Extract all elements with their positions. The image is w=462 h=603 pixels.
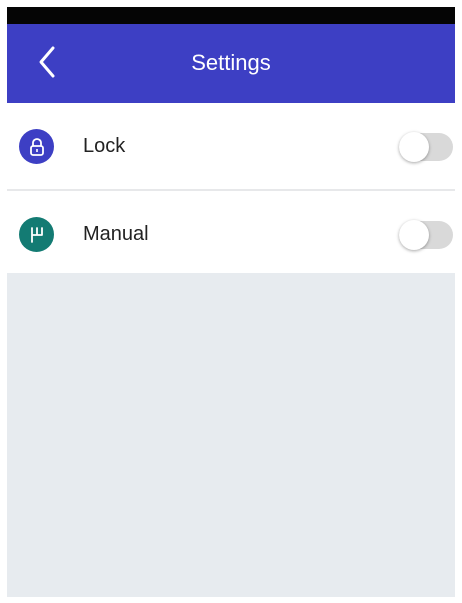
page-title: Settings — [191, 50, 271, 75]
bottom-frame — [0, 597, 462, 603]
setting-label-manual: Manual — [83, 223, 149, 245]
empty-content-area — [7, 273, 455, 603]
manual-gear-icon — [19, 217, 54, 252]
lock-toggle-thumb[interactable] — [399, 132, 429, 162]
manual-toggle-thumb[interactable] — [399, 220, 429, 250]
lock-toggle[interactable] — [399, 132, 453, 162]
setting-row-manual: Manual — [7, 189, 455, 277]
manual-toggle[interactable] — [399, 220, 453, 250]
lock-icon — [19, 129, 54, 164]
settings-screen: Settings Lock Manual — [0, 0, 462, 603]
setting-label-lock: Lock — [83, 135, 126, 157]
app-bar: Settings — [7, 24, 455, 103]
status-bar — [7, 7, 455, 24]
settings-list: Lock Manual — [7, 103, 455, 277]
setting-row-lock: Lock — [7, 103, 455, 189]
